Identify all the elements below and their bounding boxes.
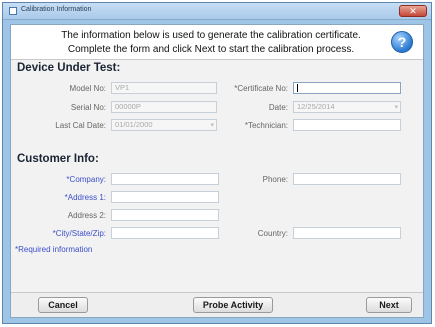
chevron-down-icon[interactable]: ▾: [394, 103, 398, 112]
form-panel: The information below is used to generat…: [10, 24, 424, 318]
model-no-label: Model No:: [69, 84, 106, 93]
title-bar: Calibration Information ✕: [3, 3, 431, 20]
country-input[interactable]: [293, 227, 401, 239]
company-label: *Company:: [66, 175, 106, 184]
serial-no-label: Serial No:: [70, 103, 106, 112]
country-label: Country:: [257, 229, 288, 238]
close-button[interactable]: ✕: [399, 5, 427, 17]
device-section-title: Device Under Test:: [17, 62, 121, 74]
text-caret: [297, 84, 298, 92]
last-cal-date-label: Last Cal Date:: [55, 121, 106, 130]
address-1-input[interactable]: [111, 191, 219, 203]
address-2-label: Address 2:: [67, 211, 106, 220]
instruction-line-1: The information below is used to generat…: [61, 30, 361, 41]
date-value: 12/25/2014: [297, 102, 335, 111]
technician-input[interactable]: [293, 119, 401, 131]
technician-label: *Technician:: [244, 121, 288, 130]
probe-activity-button[interactable]: Probe Activity: [193, 297, 273, 313]
certificate-no-label: *Certificate No:: [234, 84, 288, 93]
instruction-line-2: Complete the form and click Next to star…: [67, 44, 355, 55]
required-information-note: *Required information: [15, 245, 93, 254]
city-state-zip-label: *City/State/Zip:: [52, 229, 106, 238]
date-label: Date:: [268, 103, 288, 112]
phone-label: Phone:: [262, 175, 288, 184]
instructions-header: The information below is used to generat…: [11, 25, 423, 60]
calibration-window: Calibration Information ✕ The informatio…: [2, 2, 432, 324]
address-1-label: *Address 1:: [64, 193, 106, 202]
date-field[interactable]: 12/25/2014 ▾: [293, 101, 401, 113]
cancel-button[interactable]: Cancel: [38, 297, 88, 313]
button-bar: Cancel Probe Activity Next: [11, 292, 423, 317]
certificate-no-input[interactable]: [293, 82, 401, 94]
phone-input[interactable]: [293, 173, 401, 185]
window-title: Calibration Information: [21, 6, 92, 13]
customer-section-title: Customer Info:: [17, 153, 99, 165]
next-button[interactable]: Next: [366, 297, 412, 313]
help-icon[interactable]: ?: [391, 31, 413, 53]
address-2-input[interactable]: [111, 209, 219, 221]
last-cal-date-value: 01/01/2000: [115, 120, 153, 129]
app-icon: [9, 7, 17, 15]
